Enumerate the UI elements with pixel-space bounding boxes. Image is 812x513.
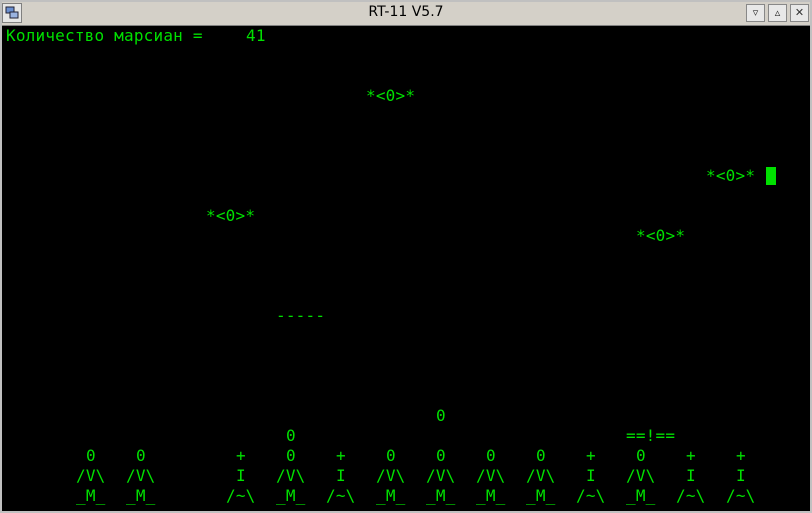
- martian-count-value: 41: [246, 26, 266, 45]
- defender-tower: _M_: [426, 486, 456, 505]
- defender-tower: 0: [136, 446, 146, 465]
- defender-tower: 0: [436, 446, 446, 465]
- defender-tower: /V\: [276, 466, 306, 485]
- defender-tower: _M_: [76, 486, 106, 505]
- defender-tower: _M_: [476, 486, 506, 505]
- defender-tower: _M_: [276, 486, 306, 505]
- text-cursor: [766, 167, 776, 185]
- close-button[interactable]: ✕: [790, 4, 809, 22]
- flying-shell: 0: [436, 406, 446, 425]
- terminal-screen[interactable]: Количество марсиан = 41 *<0>* *<0>* *<0>…: [2, 26, 810, 511]
- maximize-button[interactable]: ▵: [768, 4, 787, 22]
- martian-bomb: -----: [276, 306, 326, 325]
- defender-tower: /V\: [476, 466, 506, 485]
- defender-rocket: /~\: [576, 486, 606, 505]
- defender-rocket: /~\: [326, 486, 356, 505]
- defender-tower: /V\: [76, 466, 106, 485]
- defender-rocket: +: [736, 446, 746, 465]
- defender-rocket: +: [236, 446, 246, 465]
- defender-rocket: I: [686, 466, 696, 485]
- launch-cannon: _M_: [626, 486, 656, 505]
- launch-cannon-head: ==!==: [626, 426, 676, 445]
- martian-ship: *<0>*: [636, 226, 686, 245]
- defender-tower: 0: [486, 446, 496, 465]
- defender-tower: /V\: [426, 466, 456, 485]
- defender-tower: _M_: [526, 486, 556, 505]
- minimize-button[interactable]: ▿: [746, 4, 765, 22]
- defender-rocket: I: [586, 466, 596, 485]
- defender-rocket: +: [686, 446, 696, 465]
- defender-tower: 0: [286, 446, 296, 465]
- window-title: RT-11 V5.7: [368, 4, 444, 20]
- martian-ship: *<0>*: [706, 166, 756, 185]
- defender-tower: 0: [86, 446, 96, 465]
- defender-rocket: I: [736, 466, 746, 485]
- defender-tower: 0: [386, 446, 396, 465]
- defender-tower: 0: [536, 446, 546, 465]
- defender-rocket: +: [336, 446, 346, 465]
- defender-tower: _M_: [126, 486, 156, 505]
- defender-rocket: /~\: [726, 486, 756, 505]
- defender-rocket: I: [336, 466, 346, 485]
- defender-rocket: +: [586, 446, 596, 465]
- martian-ship: *<0>*: [206, 206, 256, 225]
- defender-rocket: I: [236, 466, 246, 485]
- defender-rocket: /~\: [226, 486, 256, 505]
- launch-cannon: 0: [636, 446, 646, 465]
- defender-tower: /V\: [376, 466, 406, 485]
- launch-cannon: /V\: [626, 466, 656, 485]
- defender-tower: /V\: [126, 466, 156, 485]
- martian-count-label: Количество марсиан =: [6, 26, 203, 45]
- defender-tower: 0: [286, 426, 296, 445]
- window-titlebar: RT-11 V5.7 ▿ ▵ ✕: [0, 0, 812, 26]
- martian-ship: *<0>*: [366, 86, 416, 105]
- defender-tower: /V\: [526, 466, 556, 485]
- defender-rocket: /~\: [676, 486, 706, 505]
- defender-tower: _M_: [376, 486, 406, 505]
